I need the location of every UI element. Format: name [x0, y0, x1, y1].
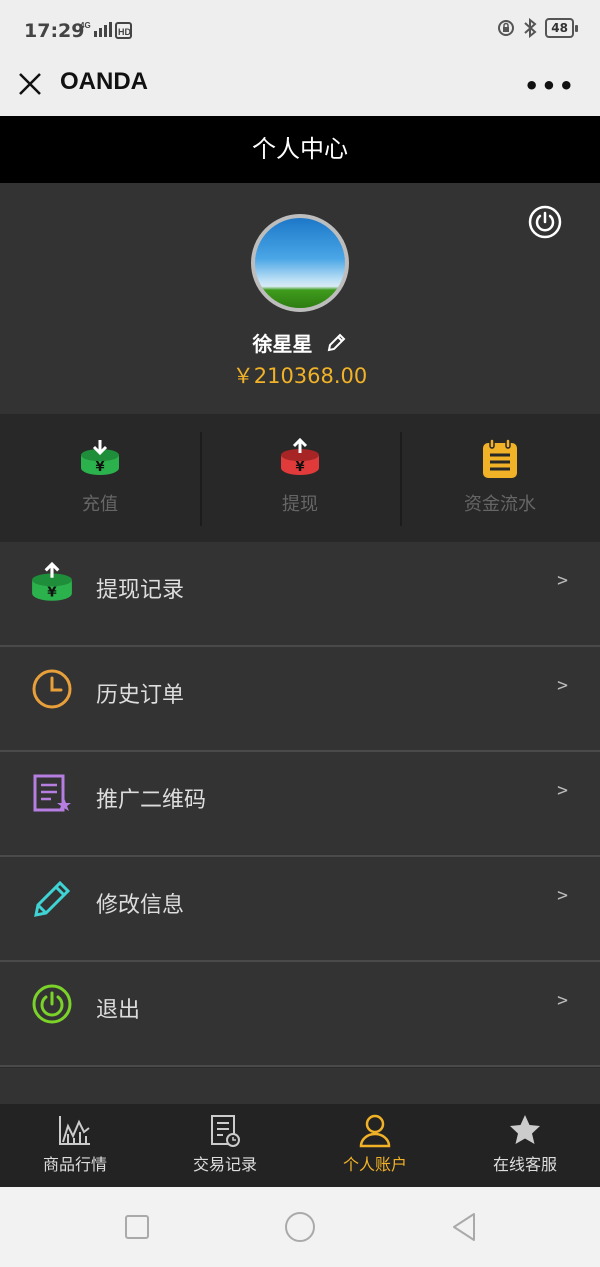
pencil-icon: [34, 880, 71, 917]
bluetooth-icon: [524, 18, 537, 38]
user-name: 徐星星: [252, 332, 313, 356]
menu-label: 推广二维码: [96, 788, 207, 813]
menu-item-withdraw-record[interactable]: ¥ 提现记录 >: [0, 542, 600, 647]
svg-text:¥: ¥: [95, 460, 104, 475]
status-bar: 17:29 4G HD 48: [0, 0, 600, 60]
menu-label: 修改信息: [96, 893, 185, 918]
withdraw-label: 提现: [282, 494, 318, 515]
withdraw-button[interactable]: ¥ 提现: [200, 414, 400, 542]
tab-label: 商品行情: [42, 1155, 107, 1174]
record-icon: [211, 1115, 240, 1147]
edit-pencil-icon[interactable]: [325, 332, 347, 354]
deposit-label: 充值: [82, 494, 118, 515]
deposit-icon: ¥: [81, 440, 119, 475]
power-icon: [32, 984, 72, 1024]
more-menu-button[interactable]: •••: [524, 72, 576, 100]
nav-title: OANDA: [60, 68, 148, 95]
menu-label: 退出: [96, 998, 141, 1023]
close-icon[interactable]: [16, 70, 44, 98]
withdraw-record-icon: ¥: [32, 562, 72, 601]
star-icon: [510, 1115, 540, 1144]
system-nav-bar: [0, 1187, 600, 1267]
tab-label: 个人账户: [342, 1155, 407, 1174]
home-button[interactable]: [285, 1212, 315, 1242]
tab-personal-account[interactable]: 个人账户: [300, 1104, 450, 1187]
network-indicator: 4G HD: [80, 19, 132, 44]
menu-item-logout[interactable]: 退出 >: [0, 962, 600, 1067]
svg-text:¥: ¥: [47, 585, 57, 601]
avatar[interactable]: [251, 214, 349, 312]
menu-label: 历史订单: [96, 683, 185, 708]
chevron-right-icon: >: [557, 780, 568, 801]
user-icon: [359, 1114, 391, 1148]
svg-text:4G: 4G: [80, 21, 91, 30]
tab-label: 交易记录: [192, 1155, 257, 1174]
quick-actions: ¥ 充值 ¥ 提现 资金流水: [0, 414, 600, 542]
chevron-right-icon: >: [557, 990, 568, 1011]
tab-market[interactable]: 商品行情: [0, 1104, 150, 1187]
clock-icon: [32, 669, 72, 709]
balance-amount: ￥210368.00: [232, 364, 368, 388]
document-star-icon: [33, 774, 71, 812]
withdraw-icon: ¥: [281, 438, 319, 475]
recents-button[interactable]: [125, 1215, 149, 1239]
status-time: 17:29: [24, 20, 85, 42]
svg-text:¥: ¥: [295, 460, 304, 475]
menu-item-history-orders[interactable]: 历史订单 >: [0, 647, 600, 752]
logout-power-icon[interactable]: [528, 205, 562, 239]
lock-rotation-icon: [498, 20, 515, 36]
menu-list: ¥ 提现记录 > 历史订单 > 推广二维码 > 修改信息 > 退出 >: [0, 542, 600, 1067]
back-button[interactable]: [450, 1211, 478, 1243]
page-title: 个人中心: [0, 116, 600, 183]
tab-label: 在线客服: [492, 1155, 557, 1174]
signal-icon: 4G HD: [80, 21, 132, 39]
user-name-row[interactable]: 徐星星: [0, 328, 600, 357]
svg-text:HD: HD: [118, 27, 131, 37]
tab-online-service[interactable]: 在线客服: [450, 1104, 600, 1187]
tab-bar: 商品行情 交易记录 个人账户 在线客服: [0, 1104, 600, 1187]
chevron-right-icon: >: [557, 570, 568, 591]
ledger-icon: [483, 438, 517, 478]
menu-item-edit-info[interactable]: 修改信息 >: [0, 857, 600, 962]
ledger-button[interactable]: 资金流水: [400, 414, 600, 542]
menu-item-promo-qrcode[interactable]: 推广二维码 >: [0, 752, 600, 857]
deposit-button[interactable]: ¥ 充值: [0, 414, 200, 542]
nav-bar: OANDA •••: [0, 60, 600, 116]
profile-section: 徐星星 ￥210368.00: [0, 183, 600, 414]
ledger-label: 资金流水: [464, 494, 536, 515]
menu-label: 提现记录: [96, 578, 185, 603]
tab-trade-records[interactable]: 交易记录: [150, 1104, 300, 1187]
chevron-right-icon: >: [557, 675, 568, 696]
chevron-right-icon: >: [557, 885, 568, 906]
menu-spacer: [0, 1068, 600, 1104]
battery-indicator: 48: [545, 18, 578, 38]
chart-icon: [59, 1116, 90, 1145]
